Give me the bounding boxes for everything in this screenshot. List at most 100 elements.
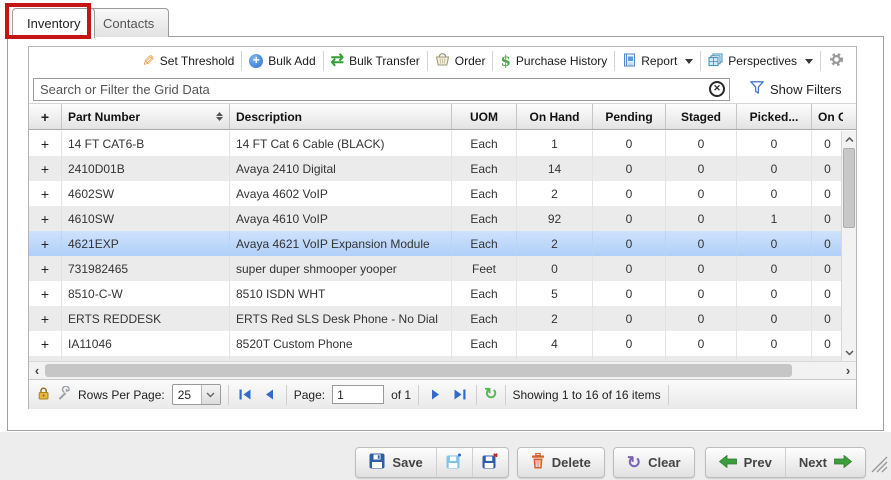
lock-icon[interactable] bbox=[37, 386, 50, 403]
row-expand-button[interactable]: + bbox=[29, 331, 62, 356]
cell-staged: 0 bbox=[666, 131, 737, 156]
column-header-on-order[interactable]: On Order bbox=[812, 104, 843, 129]
row-expand-button[interactable]: + bbox=[29, 306, 62, 331]
rows-per-page-select[interactable]: 25 bbox=[172, 384, 221, 405]
table-row[interactable]: + 731982465 super duper shmooper yooper … bbox=[29, 256, 843, 281]
cell-pending: 0 bbox=[593, 156, 666, 181]
part-number-header-label: Part Number bbox=[68, 110, 140, 124]
report-button[interactable]: Report bbox=[615, 50, 700, 72]
column-header-part-number[interactable]: Part Number bbox=[62, 104, 230, 129]
gear-icon bbox=[829, 52, 844, 70]
row-expand-button[interactable]: + bbox=[29, 181, 62, 206]
cell-on-order: 0 bbox=[812, 281, 843, 306]
cell-description: 8510 ISDN WHT bbox=[230, 281, 452, 306]
prev-button[interactable]: Prev bbox=[706, 448, 785, 477]
column-header-uom[interactable]: UOM bbox=[452, 104, 517, 129]
cell-description: 14 FT Cat 6 Cable (BLACK) bbox=[230, 131, 452, 156]
horizontal-scrollbar[interactable]: ‹ › bbox=[29, 361, 856, 379]
column-header-expand[interactable]: + bbox=[29, 104, 62, 129]
clear-search-icon[interactable]: ✕ bbox=[709, 81, 725, 97]
delete-button[interactable]: Delete bbox=[518, 448, 604, 477]
scroll-right-icon[interactable]: › bbox=[841, 362, 855, 379]
save-button-group: Save bbox=[355, 447, 508, 478]
save-new-button[interactable] bbox=[436, 448, 472, 477]
cell-uom: Feet bbox=[452, 256, 517, 281]
last-page-button[interactable] bbox=[451, 386, 469, 404]
table-row[interactable]: + ERTS REDDESK ERTS Red SLS Desk Phone -… bbox=[29, 306, 843, 331]
refresh-icon[interactable]: ↻ bbox=[484, 387, 497, 403]
cell-pending: 0 bbox=[593, 231, 666, 256]
pagination-separator bbox=[286, 385, 287, 405]
scroll-left-icon[interactable]: ‹ bbox=[30, 362, 44, 379]
resize-grip-icon[interactable] bbox=[868, 453, 888, 478]
report-label: Report bbox=[641, 54, 677, 68]
tab-contacts[interactable]: Contacts bbox=[88, 8, 169, 37]
page-label: Page: bbox=[294, 388, 325, 402]
clear-button[interactable]: ↻ Clear bbox=[614, 448, 694, 477]
show-filters-button[interactable]: Show Filters bbox=[750, 81, 842, 97]
next-page-button[interactable] bbox=[426, 386, 444, 404]
tab-inventory[interactable]: Inventory bbox=[12, 8, 95, 38]
cell-part-number: 4621EXP bbox=[62, 231, 230, 256]
table-row[interactable]: + 8510-C-W 8510 ISDN WHT Each 5 0 0 0 0 bbox=[29, 281, 843, 306]
row-expand-button[interactable]: + bbox=[29, 281, 62, 306]
cell-on-hand: 1 bbox=[517, 131, 593, 156]
table-row[interactable]: + 4621EXP Avaya 4621 VoIP Expansion Modu… bbox=[29, 231, 843, 256]
column-header-pending[interactable]: Pending bbox=[593, 104, 666, 129]
save-close-button[interactable] bbox=[472, 448, 508, 477]
page-input[interactable] bbox=[332, 385, 384, 404]
sort-icon bbox=[216, 112, 223, 121]
cell-picked: 0 bbox=[737, 181, 812, 206]
perspectives-button[interactable]: Perspectives bbox=[701, 50, 820, 72]
cell-staged: 0 bbox=[666, 281, 737, 306]
cell-on-order: 0 bbox=[812, 231, 843, 256]
scroll-down-icon[interactable] bbox=[842, 345, 856, 360]
save-button[interactable]: Save bbox=[356, 448, 435, 477]
table-row[interactable]: + 4610SW Avaya 4610 VoIP Each 92 0 0 1 0 bbox=[29, 206, 843, 231]
row-expand-button[interactable]: + bbox=[29, 131, 62, 156]
order-button[interactable]: Order bbox=[428, 50, 493, 72]
wrench-icon[interactable] bbox=[57, 386, 71, 403]
table-row[interactable]: + 4602SW Avaya 4602 VoIP Each 2 0 0 0 0 bbox=[29, 181, 843, 206]
column-header-on-hand[interactable]: On Hand bbox=[517, 104, 593, 129]
plus-circle-icon: + bbox=[249, 54, 263, 68]
bulk-transfer-button[interactable]: ⇄ Bulk Transfer bbox=[324, 50, 427, 72]
first-page-button[interactable] bbox=[236, 386, 254, 404]
row-expand-button[interactable]: + bbox=[29, 156, 62, 181]
set-threshold-button[interactable]: ✎ Set Threshold bbox=[135, 50, 241, 72]
column-header-picked[interactable]: Picked... bbox=[737, 104, 812, 129]
horizontal-scrollbar-thumb[interactable] bbox=[45, 364, 792, 377]
page-of-label: of 1 bbox=[391, 388, 411, 402]
row-expand-button[interactable]: + bbox=[29, 256, 62, 281]
column-header-description[interactable]: Description bbox=[230, 104, 452, 129]
grid-toolbar: ✎ Set Threshold + Bulk Add ⇄ Bulk Transf… bbox=[29, 47, 856, 75]
column-header-staged[interactable]: Staged bbox=[666, 104, 737, 129]
settings-button[interactable] bbox=[821, 52, 852, 70]
rows-per-page-value: 25 bbox=[173, 385, 201, 404]
next-button[interactable]: Next bbox=[785, 448, 865, 477]
vertical-scrollbar-thumb[interactable] bbox=[843, 148, 855, 228]
circular-arrows-icon: ↻ bbox=[627, 454, 641, 471]
chevron-down-icon bbox=[201, 385, 220, 404]
purchase-history-button[interactable]: $ Purchase History bbox=[493, 50, 614, 72]
row-expand-button[interactable]: + bbox=[29, 231, 62, 256]
table-row[interactable]: + 14 FT CAT6-B 14 FT Cat 6 Cable (BLACK)… bbox=[29, 131, 843, 156]
pencil-icon: ✎ bbox=[142, 54, 155, 69]
table-row[interactable]: + 2410D01B Avaya 2410 Digital Each 14 0 … bbox=[29, 156, 843, 181]
cell-on-order: 0 bbox=[812, 331, 843, 356]
pagination-bar: Rows Per Page: 25 Page: of 1 bbox=[29, 379, 856, 409]
search-input[interactable] bbox=[33, 78, 730, 101]
vertical-scrollbar[interactable] bbox=[841, 131, 856, 361]
green-arrow-left-icon bbox=[719, 455, 737, 471]
prev-page-button[interactable] bbox=[261, 386, 279, 404]
set-threshold-label: Set Threshold bbox=[160, 54, 235, 68]
delete-button-label: Delete bbox=[552, 455, 591, 470]
scroll-up-icon[interactable] bbox=[842, 132, 856, 147]
cell-part-number: 4602SW bbox=[62, 181, 230, 206]
row-expand-button[interactable]: + bbox=[29, 206, 62, 231]
table-row[interactable]: + IA11046 8520T Custom Phone Each 4 0 0 … bbox=[29, 331, 843, 356]
cell-part-number: 2410D01B bbox=[62, 156, 230, 181]
bulk-add-button[interactable]: + Bulk Add bbox=[242, 50, 322, 72]
trash-can-icon bbox=[531, 453, 545, 472]
cell-picked: 0 bbox=[737, 331, 812, 356]
